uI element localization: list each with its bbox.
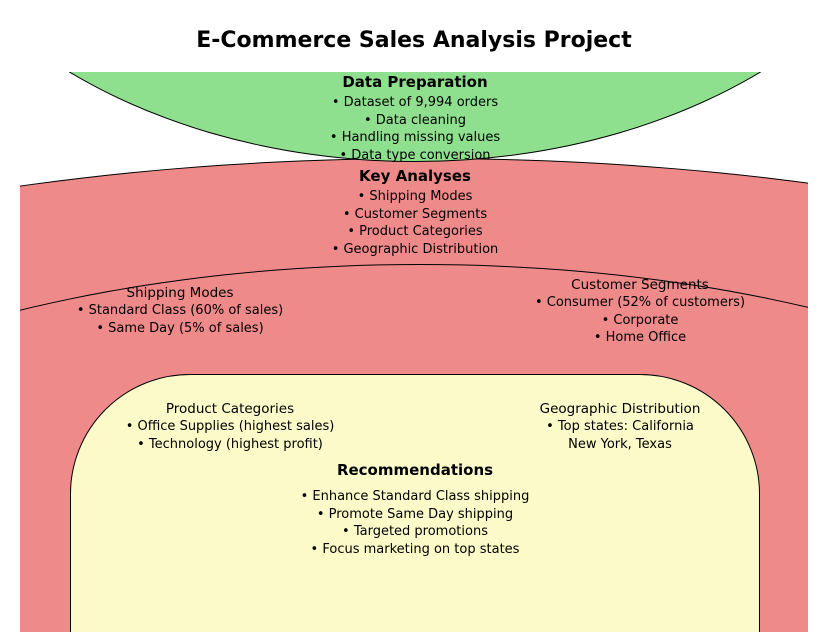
bullet: • Promote Same Day shipping: [270, 506, 560, 524]
bullet: • Same Day (5% of sales): [50, 320, 310, 338]
bullet: • Shipping Modes: [270, 188, 560, 206]
diagram-stage: Data Preparation • Dataset of 9,994 orde…: [20, 72, 808, 632]
heading-product-categories: Product Categories: [100, 400, 360, 418]
bullet: • Product Categories: [270, 223, 560, 241]
block-key-analyses: Key Analyses • Shipping Modes • Customer…: [270, 166, 560, 258]
bullet: • Customer Segments: [270, 206, 560, 224]
bullet: • Technology (highest profit): [100, 436, 360, 454]
bullet: • Standard Class (60% of sales): [50, 302, 310, 320]
heading-recommendations: Recommendations: [270, 460, 560, 480]
block-recommendations: Recommendations • Enhance Standard Class…: [270, 460, 560, 558]
bullet: • Targeted promotions: [270, 523, 560, 541]
bullet: • Office Supplies (highest sales): [100, 418, 360, 436]
bullet: • Home Office: [500, 329, 780, 347]
bullet: • Handling missing values: [270, 129, 560, 147]
heading-shipping-modes: Shipping Modes: [50, 284, 310, 302]
bullet: • Consumer (52% of customers): [500, 294, 780, 312]
bullet: • Dataset of 9,994 orders: [270, 94, 560, 112]
block-data-preparation: Data Preparation • Dataset of 9,994 orde…: [270, 72, 560, 164]
block-customer-segments: Customer Segments • Consumer (52% of cus…: [500, 276, 780, 347]
heading-key-analyses: Key Analyses: [270, 166, 560, 186]
bullet: • Data type conversion: [270, 147, 560, 165]
block-product-categories: Product Categories • Office Supplies (hi…: [100, 400, 360, 453]
bullet: • Enhance Standard Class shipping: [270, 488, 560, 506]
bullet: • Top states: California: [490, 418, 750, 436]
heading-customer-segments: Customer Segments: [500, 276, 780, 294]
block-geographic-distribution: Geographic Distribution • Top states: Ca…: [490, 400, 750, 453]
bullet: • Corporate: [500, 312, 780, 330]
heading-data-preparation: Data Preparation: [270, 72, 560, 92]
bullet: New York, Texas: [490, 436, 750, 454]
diagram-title: E-Commerce Sales Analysis Project: [0, 28, 828, 53]
bullet: • Geographic Distribution: [270, 241, 560, 259]
bullet: • Focus marketing on top states: [270, 541, 560, 559]
bullet: • Data cleaning: [270, 112, 560, 130]
heading-geographic-distribution: Geographic Distribution: [490, 400, 750, 418]
block-shipping-modes: Shipping Modes • Standard Class (60% of …: [50, 284, 310, 337]
